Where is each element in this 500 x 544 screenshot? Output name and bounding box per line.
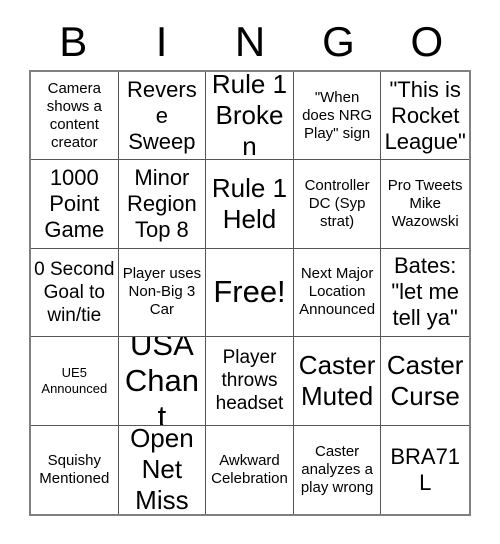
bingo-cell-g4[interactable]: Caster Muted: [293, 337, 382, 426]
bingo-cell-b1[interactable]: Camera shows a content creator: [31, 72, 119, 161]
bingo-cell-text: Bates: "let me tell ya": [391, 253, 460, 331]
bingo-cell-i3[interactable]: Player uses Non-Big 3 Car: [118, 248, 207, 338]
bingo-header-row: B I N G O: [29, 14, 471, 70]
bingo-cell-g3[interactable]: Next Major Location Announced: [293, 248, 382, 338]
bingo-cell-b2[interactable]: 1000 Point Game: [31, 160, 119, 249]
bingo-cell-text: Rule 1 Held: [211, 173, 288, 235]
bingo-cell-text: Free!: [213, 274, 286, 310]
bingo-cell-text: Player throws headset: [215, 347, 284, 415]
bingo-cell-i5[interactable]: Open Net Miss: [118, 425, 207, 514]
bingo-cell-text: Pro Tweets Mike Wazowski: [387, 177, 463, 231]
bingo-cell-n4[interactable]: Player throws headset: [206, 337, 294, 426]
bingo-cell-o2[interactable]: Pro Tweets Mike Wazowski: [381, 160, 469, 249]
bingo-cell-i4[interactable]: USA Chant: [118, 337, 207, 426]
header-letter-b: B: [59, 18, 88, 65]
bingo-cell-b3[interactable]: 0 Second Goal to win/tie: [31, 248, 119, 338]
bingo-cell-text: "This is Rocket League": [384, 76, 466, 154]
bingo-cell-text: Caster analyzes a play wrong: [300, 442, 374, 496]
bingo-cell-text: 0 Second Goal to win/tie: [34, 258, 115, 326]
bingo-cell-i2[interactable]: Minor Region Top 8: [118, 160, 207, 249]
bingo-cell-text: 1000 Point Game: [44, 165, 105, 243]
bingo-cell-n1[interactable]: Rule 1 Broken: [206, 72, 294, 161]
bingo-cell-text: Camera shows a content creator: [46, 79, 102, 151]
header-letter-o: O: [410, 18, 444, 65]
header-letter-n: N: [234, 18, 266, 65]
bingo-cell-o3[interactable]: Bates: "let me tell ya": [381, 248, 469, 338]
bingo-cell-free-space[interactable]: Free!: [206, 248, 294, 338]
bingo-cell-text: Squishy Mentioned: [39, 451, 110, 487]
bingo-cell-text: BRA71L: [390, 443, 461, 495]
bingo-cell-text: Rule 1 Broken: [211, 72, 288, 161]
header-letter-i: I: [155, 18, 168, 65]
header-letter-g: G: [322, 18, 355, 65]
bingo-cell-i1[interactable]: Reverse Sweep: [118, 72, 207, 161]
bingo-cell-n5[interactable]: Awkward Celebration: [206, 425, 294, 514]
bingo-cell-text: Awkward Celebration: [211, 451, 288, 487]
bingo-cell-text: Controller DC (Syp strat): [304, 177, 370, 231]
bingo-cell-text: Open Net Miss: [130, 425, 194, 514]
bingo-cell-o4[interactable]: Caster Curse: [381, 337, 469, 426]
bingo-cell-text: UE5 Announced: [41, 364, 108, 396]
bingo-cell-text: "When does NRG Play" sign: [302, 88, 373, 142]
bingo-cell-text: Next Major Location Announced: [299, 265, 376, 319]
bingo-cell-b4[interactable]: UE5 Announced: [31, 337, 119, 426]
bingo-grid: Camera shows a content creator Reverse S…: [29, 70, 471, 516]
bingo-cell-text: Reverse Sweep: [127, 76, 197, 154]
bingo-cell-text: Player uses Non-Big 3 Car: [122, 265, 202, 319]
bingo-cell-b5[interactable]: Squishy Mentioned: [31, 425, 119, 514]
bingo-card: B I N G O Camera shows a content creator…: [0, 0, 500, 544]
bingo-cell-n2[interactable]: Rule 1 Held: [206, 160, 294, 249]
bingo-cell-g2[interactable]: Controller DC (Syp strat): [293, 160, 382, 249]
bingo-cell-text: Minor Region Top 8: [127, 165, 197, 243]
bingo-cell-o5[interactable]: BRA71L: [381, 425, 469, 514]
bingo-cell-g1[interactable]: "When does NRG Play" sign: [293, 72, 382, 161]
bingo-cell-g5[interactable]: Caster analyzes a play wrong: [293, 425, 382, 514]
bingo-cell-o1[interactable]: "This is Rocket League": [381, 72, 469, 161]
bingo-cell-text: Caster Curse: [386, 349, 464, 411]
bingo-cell-text: USA Chant: [124, 337, 199, 426]
bingo-cell-text: Caster Muted: [298, 349, 376, 411]
